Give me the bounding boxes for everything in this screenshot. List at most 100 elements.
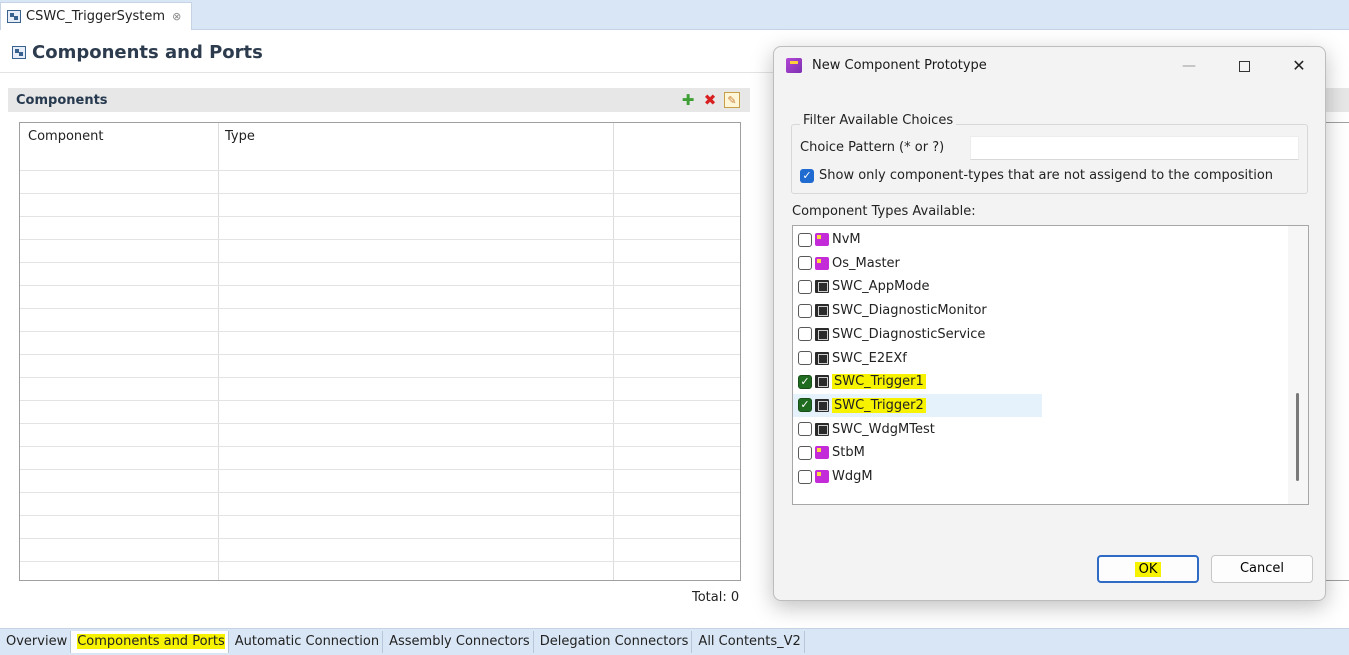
page-title-text: Components and Ports <box>32 42 263 63</box>
components-section-header: Components ✚ ✖ ✎ <box>8 88 750 112</box>
item-checkbox[interactable] <box>798 469 812 484</box>
tab-delegation-connectors[interactable]: Delegation Connectors <box>534 631 693 653</box>
tab-automatic-connection[interactable]: Automatic Connection <box>229 631 384 653</box>
list-item[interactable]: SWC_WdgMTest <box>793 418 1042 441</box>
table-row[interactable] <box>20 308 740 309</box>
item-checkbox[interactable] <box>798 232 812 247</box>
swc-icon <box>815 375 829 389</box>
components-section-title: Components <box>16 92 108 108</box>
component-types-list[interactable]: NvM Os_Master SWC_AppMode SWC_DiagnosticMon… <box>792 225 1309 505</box>
swc-icon <box>815 327 829 341</box>
list-item[interactable]: SWC_DiagnosticMonitor <box>793 299 1042 322</box>
list-item[interactable]: ✓ SWC_Trigger1 <box>793 370 1042 393</box>
show-only-checkbox[interactable]: ✓ <box>800 168 814 183</box>
total-count: Total: 0 <box>692 590 740 605</box>
item-label: SWC_Trigger2 <box>832 397 926 413</box>
column-divider <box>218 123 219 580</box>
tab-overview[interactable]: Overview <box>0 631 72 653</box>
table-row[interactable] <box>20 285 740 286</box>
types-label: Component Types Available: <box>792 204 976 219</box>
minimize-button[interactable]: — <box>1169 53 1209 79</box>
list-item[interactable]: StbM <box>793 441 1042 464</box>
list-item[interactable]: SWC_E2EXf <box>793 347 1042 370</box>
list-item[interactable]: SWC_DiagnosticService <box>793 323 1042 346</box>
tab-components-and-ports[interactable]: Components and Ports <box>71 631 229 653</box>
dialog-app-icon <box>786 58 802 73</box>
delete-icon[interactable]: ✖ <box>702 92 718 108</box>
item-label: WdgM <box>832 469 873 484</box>
composition-icon <box>7 10 21 23</box>
bsw-module-icon <box>815 233 829 246</box>
divider <box>0 72 775 73</box>
list-item[interactable]: Os_Master <box>793 252 1042 275</box>
item-label: SWC_AppMode <box>832 279 930 295</box>
choice-pattern-input[interactable] <box>970 136 1299 160</box>
table-row[interactable] <box>20 193 740 194</box>
table-row[interactable] <box>20 377 740 378</box>
page-tabs: Overview Components and Ports Automatic … <box>0 628 1349 655</box>
close-button[interactable]: ✕ <box>1279 53 1319 79</box>
table-row[interactable] <box>20 538 740 539</box>
list-item[interactable]: NvM <box>793 228 1042 251</box>
item-checkbox[interactable] <box>798 351 812 365</box>
table-row[interactable] <box>20 239 740 240</box>
item-label: SWC_E2EXf <box>832 350 907 366</box>
components-table[interactable]: Component Type <box>19 122 741 581</box>
list-scrollbar-thumb[interactable] <box>1296 393 1299 481</box>
table-row[interactable] <box>20 515 740 516</box>
list-item[interactable]: SWC_AppMode <box>793 275 1042 298</box>
item-checkbox[interactable]: ✓ <box>798 398 812 413</box>
item-checkbox[interactable] <box>798 422 812 437</box>
composition-icon <box>12 46 26 59</box>
dialog-titlebar[interactable]: New Component Prototype — ✕ <box>774 47 1325 85</box>
column-divider <box>613 123 614 580</box>
page-title: Components and Ports <box>12 42 263 63</box>
table-row[interactable] <box>20 469 740 470</box>
editor-tab[interactable]: CSWC_TriggerSystem ⊗ <box>0 2 193 30</box>
item-label: SWC_DiagnosticService <box>832 326 986 342</box>
swc-icon <box>815 422 829 436</box>
list-item[interactable]: ✓ SWC_Trigger2 <box>793 393 1042 417</box>
edit-icon[interactable]: ✎ <box>724 92 740 108</box>
item-checkbox[interactable]: ✓ <box>798 374 812 389</box>
maximize-button[interactable] <box>1224 53 1264 79</box>
item-checkbox[interactable] <box>798 303 812 318</box>
table-row[interactable] <box>20 354 740 355</box>
item-checkbox[interactable] <box>798 445 812 460</box>
table-row[interactable] <box>20 216 740 217</box>
column-header-type[interactable]: Type <box>225 129 255 144</box>
list-item[interactable]: WdgM <box>793 465 1042 488</box>
add-icon[interactable]: ✚ <box>680 92 696 108</box>
item-label: SWC_Trigger1 <box>832 374 926 390</box>
bsw-module-icon <box>815 470 829 483</box>
cancel-button[interactable]: Cancel <box>1211 555 1313 583</box>
table-row[interactable] <box>20 446 740 447</box>
swc-icon <box>815 304 829 318</box>
item-checkbox[interactable] <box>798 279 812 294</box>
show-only-checkbox-row[interactable]: ✓ Show only component-types that are not… <box>800 168 1273 183</box>
table-row[interactable] <box>20 170 740 171</box>
close-tab-icon[interactable]: ⊗ <box>172 10 181 23</box>
bsw-module-icon <box>815 446 829 460</box>
table-row[interactable] <box>20 492 740 493</box>
table-row[interactable] <box>20 331 740 332</box>
editor-tab-title: CSWC_TriggerSystem <box>26 9 166 24</box>
tab-all-contents-v2[interactable]: All Contents_V2 <box>692 631 805 653</box>
dialog-title: New Component Prototype <box>812 58 987 73</box>
item-label: SWC_WdgMTest <box>832 421 935 437</box>
table-row[interactable] <box>20 561 740 562</box>
item-checkbox[interactable] <box>798 256 812 271</box>
table-row[interactable] <box>20 400 740 401</box>
item-label: StbM <box>832 445 865 461</box>
swc-icon <box>815 351 829 365</box>
table-row[interactable] <box>20 423 740 424</box>
swc-icon <box>815 280 829 294</box>
tab-assembly-connectors[interactable]: Assembly Connectors <box>383 631 534 653</box>
column-header-component[interactable]: Component <box>28 129 103 144</box>
choice-pattern-label: Choice Pattern (* or ?) <box>800 140 945 155</box>
table-row[interactable] <box>20 262 740 263</box>
item-checkbox[interactable] <box>798 327 812 342</box>
filter-group-label: Filter Available Choices <box>800 113 957 128</box>
ok-button[interactable]: OK <box>1097 555 1199 583</box>
show-only-label: Show only component-types that are not a… <box>819 168 1274 183</box>
